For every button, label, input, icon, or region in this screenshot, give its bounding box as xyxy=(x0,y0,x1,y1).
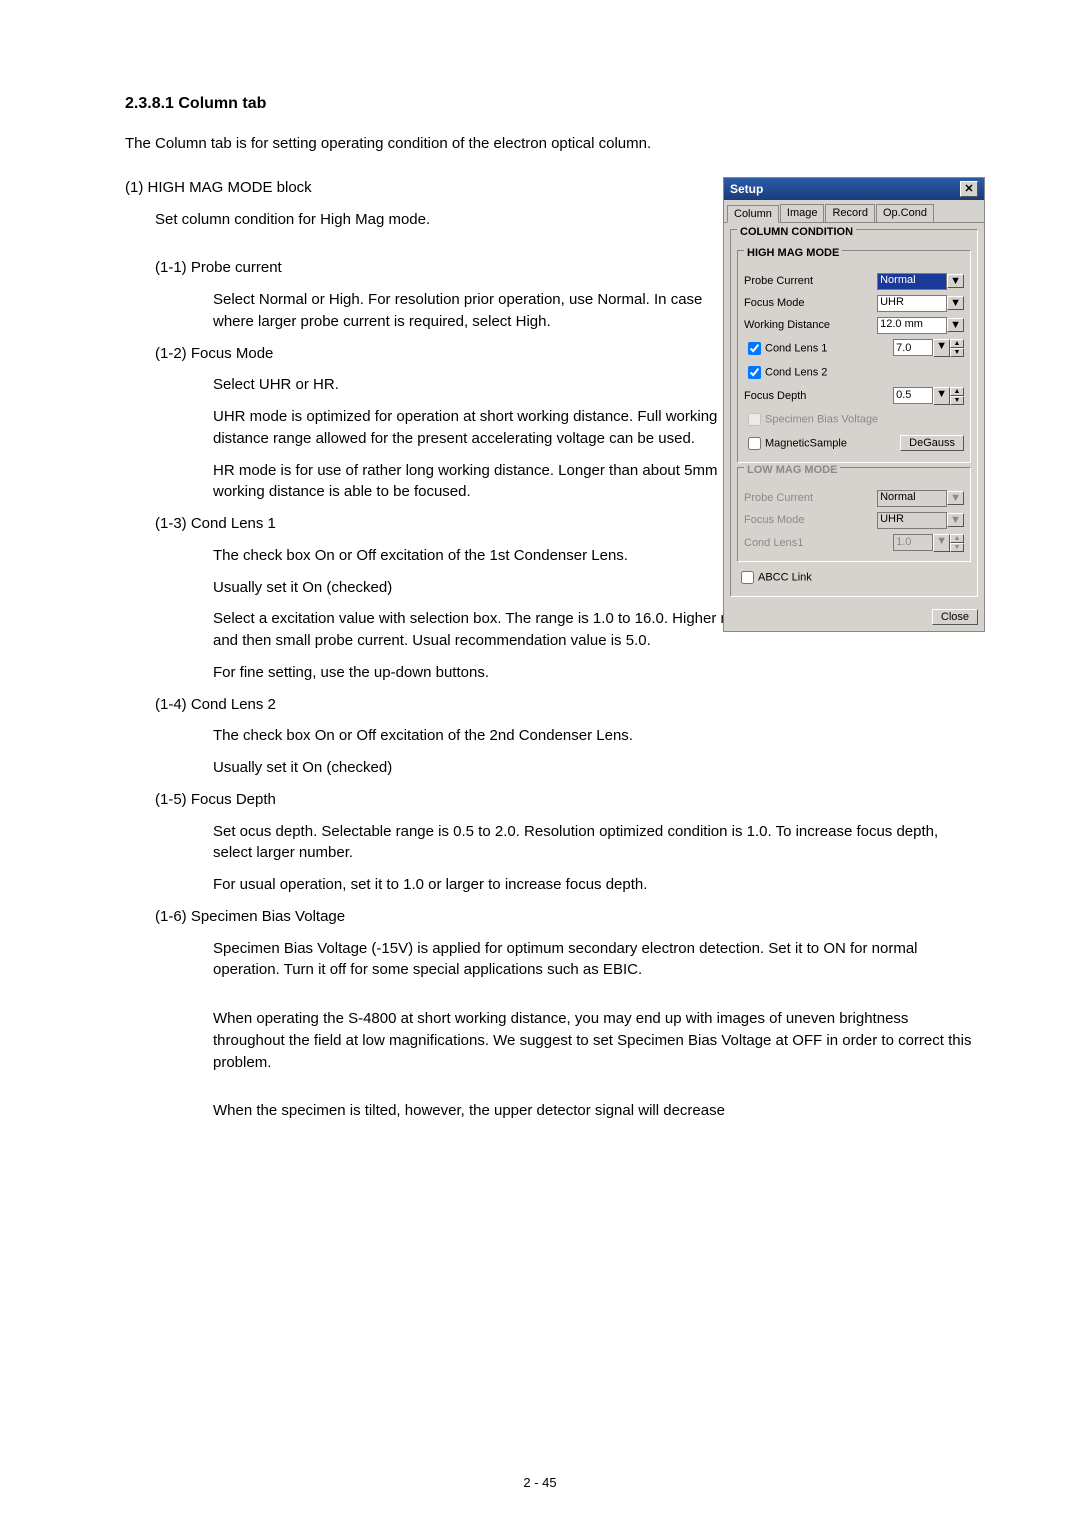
magnetic-sample-label: MagneticSample xyxy=(744,434,900,453)
block1-body: Set column condition for High Mag mode. xyxy=(155,209,745,231)
cond-lens-2-label: Cond Lens 2 xyxy=(765,366,827,378)
tab-opcond[interactable]: Op.Cond xyxy=(876,204,934,222)
cond-lens-1-spinner[interactable]: ▲▼ xyxy=(950,339,964,357)
chevron-down-icon[interactable]: ▼ xyxy=(947,296,964,310)
specimen-bias-checkbox xyxy=(748,413,761,426)
low-focus-mode-select: UHR xyxy=(877,512,947,529)
focus-depth-label: Focus Depth xyxy=(744,390,893,402)
column-condition-group: COLUMN CONDITION HIGH MAG MODE Probe Cur… xyxy=(730,229,978,597)
probe-current-select[interactable]: Normal xyxy=(877,273,947,290)
s16-c: When the specimen is tilted, however, th… xyxy=(213,1100,975,1122)
s11-title: (1-1) Probe current xyxy=(155,257,745,279)
focus-mode-row: Focus Mode UHR ▼ xyxy=(744,295,964,312)
s15-title: (1-5) Focus Depth xyxy=(155,789,975,811)
cond-lens-2-checkbox[interactable] xyxy=(748,366,761,379)
s12-c: HR mode is for use of rather long workin… xyxy=(213,460,745,504)
chevron-down-icon[interactable]: ▼ xyxy=(947,274,964,288)
working-distance-label: Working Distance xyxy=(744,319,877,331)
s16-a: Specimen Bias Voltage (-15V) is applied … xyxy=(213,938,975,982)
probe-current-row: Probe Current Normal ▼ xyxy=(744,273,964,290)
setup-dialog: Setup ✕ Column Image Record Op.Cond COLU… xyxy=(723,177,985,632)
s15-b: For usual operation, set it to 1.0 or la… xyxy=(213,874,975,896)
high-mag-legend: HIGH MAG MODE xyxy=(744,247,842,259)
tab-record[interactable]: Record xyxy=(825,204,874,222)
low-probe-current-label: Probe Current xyxy=(744,492,877,504)
cond-lens-1-label: Cond Lens 1 xyxy=(744,339,893,358)
tab-column[interactable]: Column xyxy=(727,205,779,223)
low-cond-lens-1-row: Cond Lens1 ▼ ▲▼ xyxy=(744,534,964,552)
page-number: 2 - 45 xyxy=(0,1475,1080,1490)
specimen-bias-label: Specimen Bias Voltage xyxy=(765,413,878,425)
chevron-down-icon[interactable]: ▼ xyxy=(933,339,950,357)
block1-title: (1) HIGH MAG MODE block xyxy=(125,177,745,199)
low-cond-lens-1-value xyxy=(893,534,933,551)
chevron-down-icon[interactable]: ▼ xyxy=(947,318,964,332)
s16-title: (1-6) Specimen Bias Voltage xyxy=(155,906,975,928)
dialog-title: Setup xyxy=(730,182,763,196)
probe-current-label: Probe Current xyxy=(744,275,877,287)
working-distance-row: Working Distance 12.0 mm ▼ xyxy=(744,317,964,334)
chevron-down-icon[interactable]: ▼ xyxy=(933,387,950,405)
abcc-link-label: ABCC Link xyxy=(758,571,812,583)
s15-a: Set ocus depth. Selectable range is 0.5 … xyxy=(213,821,975,865)
low-cond-lens-1-label: Cond Lens1 xyxy=(744,537,893,549)
focus-mode-select[interactable]: UHR xyxy=(877,295,947,312)
focus-depth-spinner[interactable]: ▲▼ xyxy=(950,387,964,405)
magnetic-sample-checkbox[interactable] xyxy=(748,437,761,450)
high-mag-group: HIGH MAG MODE Probe Current Normal ▼ Foc… xyxy=(737,250,971,463)
intro-text: The Column tab is for setting operating … xyxy=(125,133,975,155)
focus-mode-label: Focus Mode xyxy=(744,297,877,309)
working-distance-select[interactable]: 12.0 mm xyxy=(877,317,947,334)
abcc-link-checkbox[interactable] xyxy=(741,571,754,584)
low-probe-current-row: Probe Current Normal ▼ xyxy=(744,490,964,507)
focus-depth-row: Focus Depth ▼ ▲▼ xyxy=(744,387,964,405)
s14-b: Usually set it On (checked) xyxy=(213,757,975,779)
dialog-titlebar: Setup ✕ xyxy=(724,178,984,200)
cond-lens-2-row: Cond Lens 2 xyxy=(744,363,964,382)
s13-d: For fine setting, use the up-down button… xyxy=(213,662,975,684)
specimen-bias-row: Specimen Bias Voltage xyxy=(744,410,964,429)
close-bar: Close xyxy=(724,603,984,631)
chevron-down-icon: ▼ xyxy=(947,491,964,505)
cond-lens-1-row: Cond Lens 1 ▼ ▲▼ xyxy=(744,339,964,358)
low-focus-mode-row: Focus Mode UHR ▼ xyxy=(744,512,964,529)
low-probe-current-select: Normal xyxy=(877,490,947,507)
chevron-down-icon: ▼ xyxy=(933,534,950,552)
s11-body: Select Normal or High. For resolution pr… xyxy=(213,289,745,333)
s14-title: (1-4) Cond Lens 2 xyxy=(155,694,975,716)
abcc-link-row: ABCC Link xyxy=(737,568,971,587)
s12-title: (1-2) Focus Mode xyxy=(155,343,745,365)
section-heading: 2.3.8.1 Column tab xyxy=(125,95,975,113)
s12-a: Select UHR or HR. xyxy=(213,374,745,396)
focus-depth-value[interactable] xyxy=(893,387,933,404)
low-mag-legend: LOW MAG MODE xyxy=(744,464,840,476)
chevron-down-icon: ▼ xyxy=(947,513,964,527)
magnetic-sample-row: MagneticSample DeGauss xyxy=(744,434,964,453)
s14-a: The check box On or Off excitation of th… xyxy=(213,725,975,747)
low-cond-lens-1-spinner: ▲▼ xyxy=(950,534,964,552)
s16-b: When operating the S-4800 at short worki… xyxy=(213,1008,975,1073)
s13-title: (1-3) Cond Lens 1 xyxy=(155,513,745,535)
degauss-button[interactable]: DeGauss xyxy=(900,435,964,451)
close-button[interactable]: Close xyxy=(932,609,978,625)
cond-lens-1-value[interactable] xyxy=(893,339,933,356)
tab-image[interactable]: Image xyxy=(780,204,825,222)
close-icon[interactable]: ✕ xyxy=(960,181,978,197)
low-focus-mode-label: Focus Mode xyxy=(744,514,877,526)
cond-lens-1-checkbox[interactable] xyxy=(748,342,761,355)
s13-a: The check box On or Off excitation of th… xyxy=(213,545,745,567)
s12-b: UHR mode is optimized for operation at s… xyxy=(213,406,745,450)
tab-strip: Column Image Record Op.Cond xyxy=(724,200,984,223)
column-condition-legend: COLUMN CONDITION xyxy=(737,226,856,238)
low-mag-group: LOW MAG MODE Probe Current Normal ▼ Focu… xyxy=(737,467,971,562)
